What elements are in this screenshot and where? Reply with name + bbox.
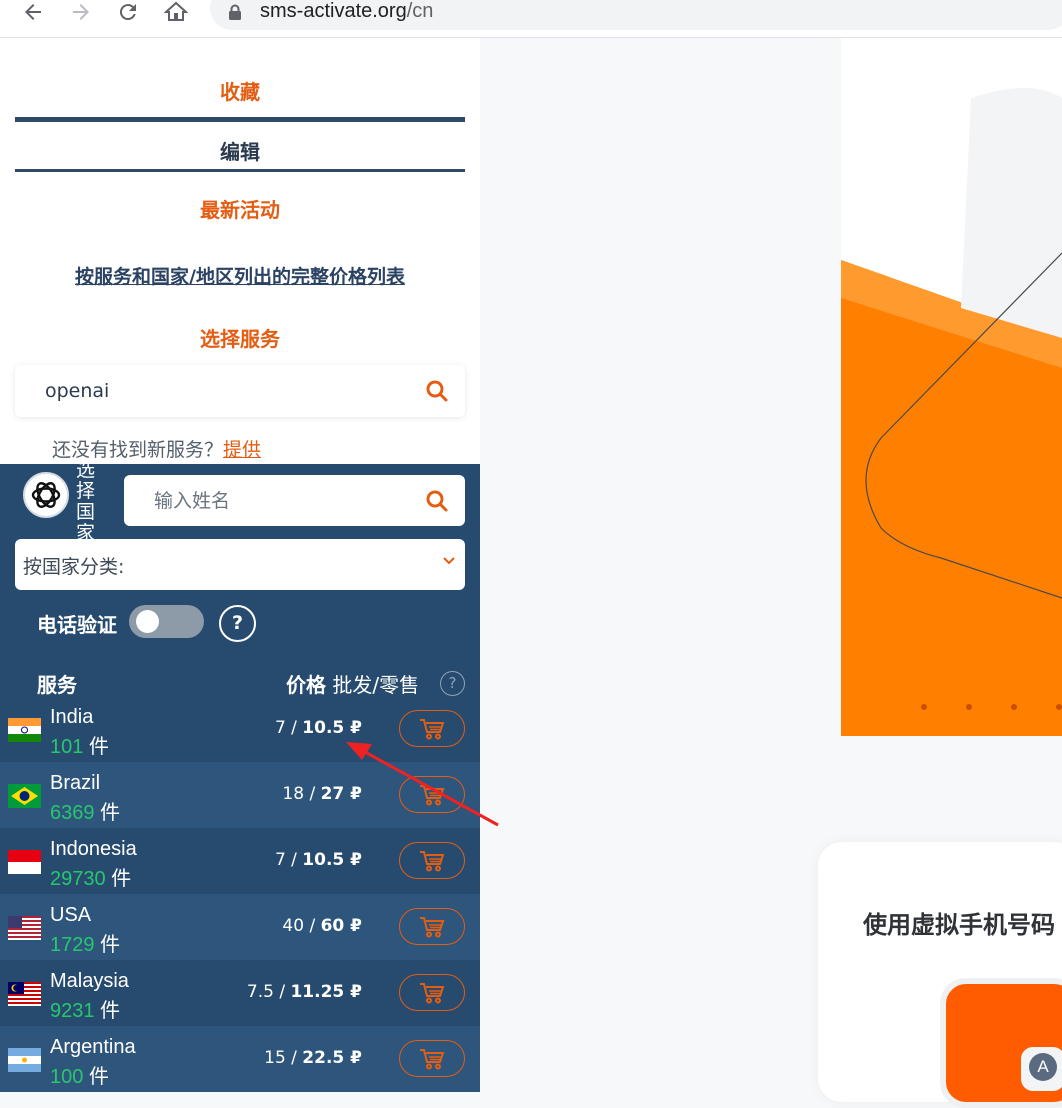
latest-activity-link[interactable]: 最新活动	[0, 194, 480, 223]
choose-service-heading: 选择服务	[200, 327, 280, 351]
service-search-input[interactable]	[45, 378, 405, 404]
offer-service-link[interactable]: 提供	[223, 439, 261, 461]
country-price: 7.5 / 11.25 ₽	[246, 982, 362, 1002]
search-icon[interactable]	[425, 379, 449, 403]
price-column-header: 价格 批发/零售	[286, 673, 420, 697]
country-count: 29730 件	[50, 868, 132, 890]
country-search-input[interactable]	[154, 488, 404, 514]
search-icon[interactable]	[425, 489, 449, 513]
chevron-down-icon	[443, 557, 455, 565]
country-price: 7 / 10.5 ₽	[274, 850, 362, 870]
country-count: 1729 件	[50, 934, 121, 956]
openai-logo-icon	[23, 472, 69, 518]
country-price: 7 / 10.5 ₽	[274, 718, 362, 738]
country-row: Argentina 100 件 15 / 22.5 ₽	[0, 1026, 480, 1092]
buy-button[interactable]	[399, 1040, 465, 1077]
country-name: Indonesia	[50, 838, 137, 860]
buy-button[interactable]	[399, 710, 465, 747]
country-count: 100 件	[50, 1066, 109, 1088]
home-button[interactable]	[158, 0, 194, 24]
brazil-flag-icon	[8, 784, 41, 808]
usa-flag-icon	[8, 916, 41, 940]
country-count: 6369 件	[50, 802, 121, 824]
lock-icon	[229, 4, 241, 20]
country-name: Argentina	[50, 1036, 136, 1058]
country-name: India	[50, 706, 94, 728]
country-name: USA	[50, 904, 92, 926]
divider	[15, 117, 465, 122]
forward-button[interactable]	[63, 0, 99, 24]
home-icon	[164, 1, 188, 21]
service-not-found-text: 还没有找到新服务？提供	[52, 439, 262, 461]
country-panel: 选择国家 按国家分类: 电话验证 ? 服务 价格 批发/零售 ? India 1…	[0, 460, 480, 1092]
country-name: Malaysia	[50, 970, 129, 992]
country-price: 40 / 60 ₽	[282, 916, 362, 936]
reload-icon	[119, 4, 136, 21]
india-flag-icon	[8, 718, 41, 742]
left-menu: 收藏 编辑 最新活动 按服务和国家/地区列出的完整价格列表 选择服务 还没有找到…	[0, 38, 480, 464]
toggle-knob	[136, 610, 159, 633]
country-row: India 101 件 7 / 10.5 ₽	[0, 696, 480, 762]
phone-verification-toggle[interactable]	[129, 605, 204, 638]
back-button[interactable]	[15, 0, 51, 24]
service-search-box	[15, 365, 465, 417]
buy-button[interactable]	[399, 776, 465, 813]
hero-illustration	[841, 38, 1062, 736]
indonesia-flag-icon	[8, 850, 41, 874]
phone-verification-label: 电话验证	[37, 613, 117, 637]
cart-icon	[420, 982, 445, 1003]
address-bar[interactable]: sms-activate.org/cn	[210, 0, 1062, 30]
edit-link[interactable]: 编辑	[0, 136, 480, 165]
country-name: Brazil	[50, 772, 101, 794]
divider	[15, 169, 465, 172]
country-row: Malaysia 9231 件 7.5 / 11.25 ₽	[0, 960, 480, 1026]
malaysia-flag-icon	[8, 982, 41, 1006]
country-count: 9231 件	[50, 1000, 121, 1022]
hero-banner	[841, 38, 1062, 736]
cart-icon	[420, 916, 445, 937]
buy-button[interactable]	[399, 974, 465, 1011]
browser-toolbar: sms-activate.org/cn	[0, 0, 1062, 38]
arrow-left-icon	[25, 4, 41, 20]
country-search-box	[124, 475, 465, 526]
country-row: USA 1729 件 40 / 60 ₽	[0, 894, 480, 960]
cart-icon	[420, 1048, 445, 1069]
country-price: 18 / 27 ₽	[282, 784, 362, 804]
reload-button[interactable]	[110, 0, 146, 24]
favorites-link[interactable]: 收藏	[0, 76, 480, 105]
arrow-right-icon	[73, 4, 89, 20]
argentina-flag-icon	[8, 1048, 41, 1072]
country-price: 15 / 22.5 ₽	[264, 1048, 362, 1068]
url-text: sms-activate.org/cn	[260, 0, 434, 22]
cart-icon	[420, 850, 445, 871]
cart-icon	[420, 718, 445, 739]
choose-country-label: 选择国家	[76, 459, 96, 544]
help-button[interactable]: ?	[219, 605, 256, 642]
sort-by-country-select[interactable]: 按国家分类:	[15, 539, 465, 590]
cart-icon	[420, 784, 445, 805]
avatar: A	[1021, 1047, 1062, 1091]
sort-label: 按国家分类:	[23, 556, 125, 578]
country-row: Indonesia 29730 件 7 / 10.5 ₽	[0, 828, 480, 894]
service-column-header: 服务	[37, 673, 77, 697]
buy-button[interactable]	[399, 842, 465, 879]
buy-button[interactable]	[399, 908, 465, 945]
country-count: 101 件	[50, 736, 109, 758]
country-list: India 101 件 7 / 10.5 ₽ Brazil 6369 件 18 …	[0, 696, 480, 1092]
full-price-list-link[interactable]: 按服务和国家/地区列出的完整价格列表	[0, 262, 480, 289]
card-title: 使用虚拟手机号码	[863, 911, 1055, 939]
country-row: Brazil 6369 件 18 / 27 ₽	[0, 762, 480, 828]
price-help-icon[interactable]: ?	[440, 671, 465, 696]
